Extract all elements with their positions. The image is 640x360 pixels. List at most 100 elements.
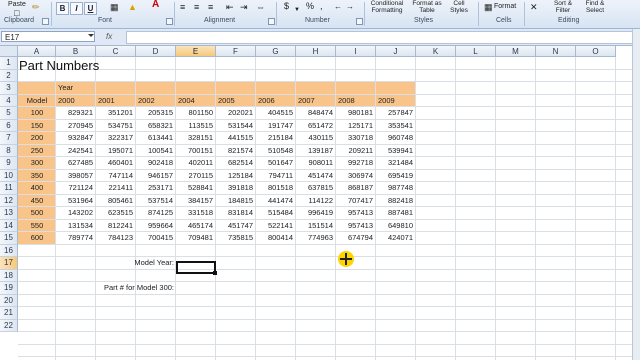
row-header-21[interactable]: 21 bbox=[0, 307, 18, 320]
part-number-cell[interactable]: 908011 bbox=[296, 157, 333, 170]
row-header-16[interactable]: 16 bbox=[0, 244, 18, 257]
year-header-cell[interactable]: 2000 bbox=[58, 95, 94, 108]
row-header-22[interactable]: 22 bbox=[0, 319, 18, 332]
row-header-20[interactable]: 20 bbox=[0, 294, 18, 307]
part-number-cell[interactable]: 321484 bbox=[376, 157, 413, 170]
row-header-4[interactable]: 4 bbox=[0, 94, 18, 107]
model-cell[interactable]: 300 bbox=[18, 157, 56, 170]
year-header-cell[interactable]: 2004 bbox=[178, 95, 214, 108]
part-number-cell[interactable]: 270115 bbox=[176, 170, 213, 183]
part-number-cell[interactable]: 537514 bbox=[136, 195, 173, 208]
align-left-icon[interactable]: ≡ bbox=[180, 3, 185, 12]
row-header-12[interactable]: 12 bbox=[0, 194, 18, 207]
row-header-17[interactable]: 17 bbox=[0, 257, 18, 270]
column-header-f[interactable]: F bbox=[216, 46, 256, 57]
part-number-cell[interactable]: 125171 bbox=[336, 120, 373, 133]
sort-filter-button[interactable]: Sort & Filter bbox=[548, 0, 578, 14]
part-number-cell[interactable]: 306974 bbox=[336, 170, 373, 183]
row-header-13[interactable]: 13 bbox=[0, 207, 18, 220]
part-number-cell[interactable]: 812241 bbox=[96, 220, 133, 233]
part-number-cell[interactable]: 322317 bbox=[96, 132, 133, 145]
part-number-cell[interactable]: 331518 bbox=[176, 207, 213, 220]
part-number-cell[interactable]: 637815 bbox=[296, 182, 333, 195]
font-color-icon[interactable]: A bbox=[152, 0, 159, 10]
part-number-cell[interactable]: 874125 bbox=[136, 207, 173, 220]
part-number-cell[interactable]: 700151 bbox=[176, 145, 213, 158]
part-number-cell[interactable]: 831814 bbox=[216, 207, 253, 220]
part-number-cell[interactable]: 682514 bbox=[216, 157, 253, 170]
part-number-cell[interactable]: 215184 bbox=[256, 132, 293, 145]
part-number-cell[interactable]: 735815 bbox=[216, 232, 253, 245]
part-number-cell[interactable]: 996419 bbox=[296, 207, 333, 220]
part-number-cell[interactable]: 353541 bbox=[376, 120, 413, 133]
part-number-cell[interactable]: 784123 bbox=[96, 232, 133, 245]
model-cell[interactable]: 400 bbox=[18, 182, 56, 195]
model-cell[interactable]: 250 bbox=[18, 145, 56, 158]
chevron-down-icon[interactable] bbox=[88, 34, 94, 37]
align-right-icon[interactable]: ≡ bbox=[208, 3, 213, 12]
name-box[interactable]: E17 bbox=[1, 31, 95, 42]
part-number-cell[interactable]: 451747 bbox=[216, 220, 253, 233]
part-number-cell[interactable]: 992718 bbox=[336, 157, 373, 170]
part-number-cell[interactable]: 959664 bbox=[136, 220, 173, 233]
part-number-cell[interactable]: 534751 bbox=[96, 120, 133, 133]
part-number-cell[interactable]: 709481 bbox=[176, 232, 213, 245]
part-number-cell[interactable]: 960748 bbox=[376, 132, 413, 145]
column-header-e[interactable]: E bbox=[176, 46, 216, 57]
year-header-cell[interactable]: 2002 bbox=[138, 95, 174, 108]
part-number-cell[interactable]: 391818 bbox=[216, 182, 253, 195]
insert-function-icon[interactable]: fx bbox=[106, 32, 112, 41]
bold-button[interactable]: B bbox=[56, 2, 69, 15]
part-number-cell[interactable]: 430115 bbox=[296, 132, 333, 145]
part-number-cell[interactable]: 805461 bbox=[96, 195, 133, 208]
part-number-cell[interactable]: 528841 bbox=[176, 182, 213, 195]
part-number-cell[interactable]: 270945 bbox=[56, 120, 93, 133]
column-header-d[interactable]: D bbox=[136, 46, 176, 57]
active-cell[interactable] bbox=[176, 261, 216, 274]
part-number-cell[interactable]: 398057 bbox=[56, 170, 93, 183]
row-header-1[interactable]: 1 bbox=[0, 57, 18, 70]
part-number-cell[interactable]: 651472 bbox=[296, 120, 333, 133]
part-number-cell[interactable]: 957413 bbox=[336, 220, 373, 233]
part-number-cell[interactable]: 330718 bbox=[336, 132, 373, 145]
part-number-cell[interactable]: 932847 bbox=[56, 132, 93, 145]
part-number-cell[interactable]: 821574 bbox=[216, 145, 253, 158]
fill-color-icon[interactable]: ▲ bbox=[128, 3, 137, 12]
part-number-cell[interactable]: 800414 bbox=[256, 232, 293, 245]
row-header-10[interactable]: 10 bbox=[0, 169, 18, 182]
increase-decimal-icon[interactable]: ← bbox=[334, 3, 342, 11]
formula-input[interactable] bbox=[126, 31, 638, 44]
part-number-cell[interactable]: 151514 bbox=[296, 220, 333, 233]
part-number-cell[interactable]: 649810 bbox=[376, 220, 413, 233]
format-cells-icon[interactable]: ▦ bbox=[484, 3, 493, 12]
fill-handle[interactable] bbox=[213, 271, 217, 275]
model-cell[interactable]: 200 bbox=[18, 132, 56, 145]
part-number-cell[interactable]: 980181 bbox=[336, 107, 373, 120]
column-header-b[interactable]: B bbox=[56, 46, 96, 57]
part-number-cell[interactable]: 721124 bbox=[56, 182, 93, 195]
part-number-cell[interactable]: 613441 bbox=[136, 132, 173, 145]
row-header-5[interactable]: 5 bbox=[0, 107, 18, 120]
part-number-cell[interactable]: 465174 bbox=[176, 220, 213, 233]
part-number-cell[interactable]: 674794 bbox=[336, 232, 373, 245]
part-number-cell[interactable]: 794711 bbox=[256, 170, 293, 183]
vertical-scrollbar[interactable] bbox=[632, 29, 640, 360]
part-number-cell[interactable]: 451474 bbox=[296, 170, 333, 183]
column-header-h[interactable]: H bbox=[296, 46, 336, 57]
column-header-c[interactable]: C bbox=[96, 46, 136, 57]
clipboard-launcher-icon[interactable] bbox=[42, 18, 49, 25]
part-number-cell[interactable]: 695419 bbox=[376, 170, 413, 183]
year-header-cell[interactable]: 2007 bbox=[298, 95, 334, 108]
part-number-cell[interactable]: 424071 bbox=[376, 232, 413, 245]
part-number-cell[interactable]: 143202 bbox=[56, 207, 93, 220]
part-number-cell[interactable]: 114122 bbox=[296, 195, 333, 208]
part-number-cell[interactable]: 131534 bbox=[56, 220, 93, 233]
part-number-cell[interactable]: 404515 bbox=[256, 107, 293, 120]
italic-button[interactable]: I bbox=[70, 2, 83, 15]
part-number-cell[interactable]: 868187 bbox=[336, 182, 373, 195]
part-number-cell[interactable]: 531964 bbox=[56, 195, 93, 208]
align-center-icon[interactable]: ≡ bbox=[194, 3, 199, 12]
column-header-j[interactable]: J bbox=[376, 46, 416, 57]
part-number-cell[interactable]: 195071 bbox=[96, 145, 133, 158]
row-header-3[interactable]: 3 bbox=[0, 82, 18, 95]
